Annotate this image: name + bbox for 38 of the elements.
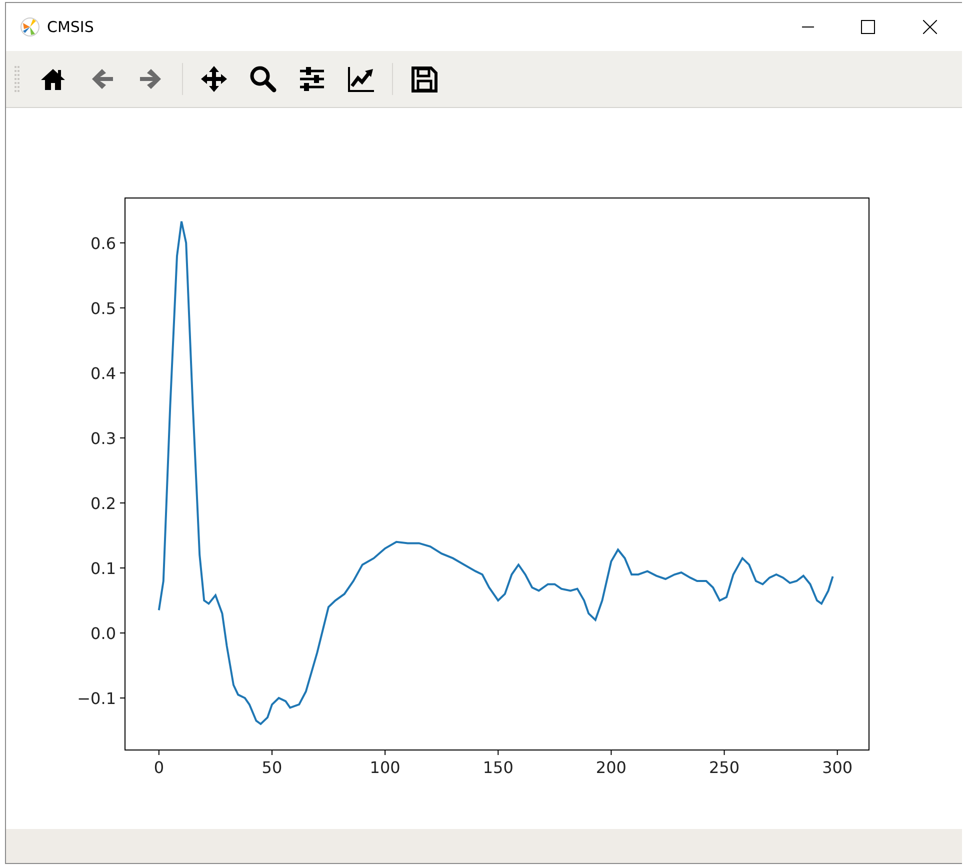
x-tick: [384, 750, 386, 756]
x-tick: [724, 750, 725, 756]
y-tick-label: 0.6: [90, 234, 116, 253]
close-icon: [923, 20, 937, 34]
x-tick-label: 0: [154, 758, 164, 777]
y-tick: [120, 567, 126, 568]
x-tick-label: 50: [262, 758, 282, 777]
y-tick-label: 0.5: [90, 298, 116, 318]
x-tick: [158, 750, 160, 756]
y-tick: [120, 307, 126, 308]
move-arrows-icon: [200, 65, 228, 93]
window-title: CMSIS: [47, 18, 94, 36]
x-tick-label: 200: [596, 758, 626, 777]
magnifier-icon: [249, 65, 277, 93]
y-tick-label: 0.4: [90, 364, 116, 383]
y-tick: [120, 437, 126, 438]
y-tick: [120, 242, 126, 244]
y-tick-label: 0.2: [90, 494, 116, 513]
app-logo-icon: [20, 17, 40, 37]
line-chart-icon: [347, 65, 375, 93]
x-tick-label: 300: [822, 758, 853, 777]
y-tick: [120, 632, 126, 634]
x-tick: [610, 750, 612, 756]
x-tick-label: 250: [709, 758, 740, 777]
y-tick: [120, 372, 126, 374]
maximize-icon: [861, 20, 875, 34]
x-tick-label: 100: [370, 758, 400, 777]
y-tick: [120, 697, 126, 698]
y-tick-label: −0.1: [77, 688, 116, 708]
x-tick: [498, 750, 499, 756]
y-tick: [120, 502, 126, 504]
y-tick-label: 0.1: [90, 558, 116, 578]
sliders-icon: [298, 65, 326, 93]
x-tick-label: 150: [482, 758, 514, 777]
x-tick: [836, 750, 838, 756]
y-tick-label: 0.3: [90, 428, 116, 448]
y-tick-label: 0.0: [90, 624, 116, 643]
grip-handle[interactable]: [14, 65, 20, 93]
